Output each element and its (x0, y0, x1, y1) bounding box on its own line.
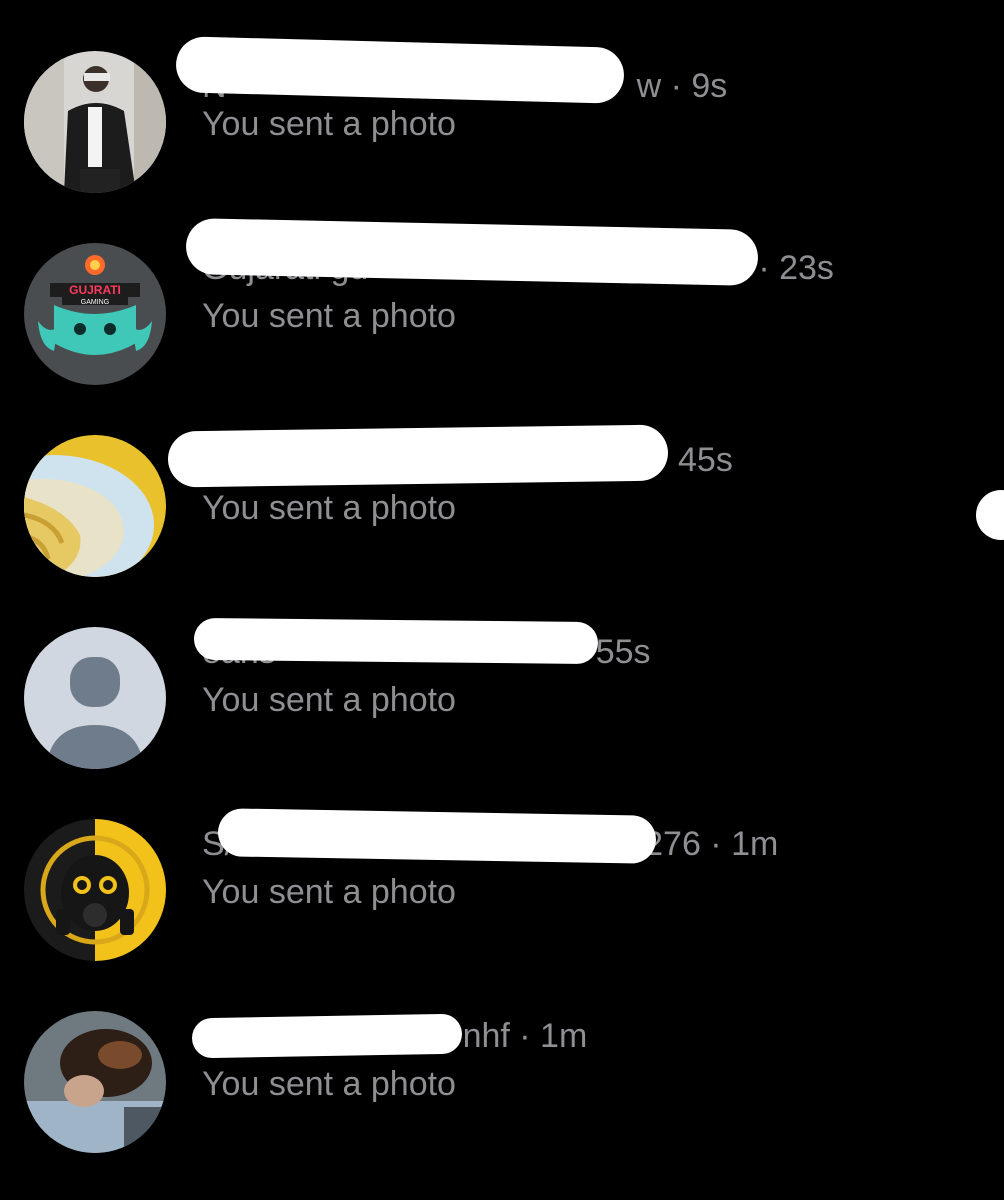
gas-mask-logo-icon (24, 819, 166, 961)
thread-timestamp: 276 · 1m (644, 825, 779, 863)
avatar[interactable]: GUJRATI GAMING (24, 243, 166, 385)
avatar[interactable] (24, 51, 166, 193)
thread-row[interactable]: Nw · 9s You sent a photo (0, 36, 1004, 200)
avatar[interactable] (24, 435, 166, 577)
avatar[interactable] (24, 819, 166, 961)
avatar[interactable] (24, 1011, 166, 1153)
thread-timestamp: nhf · 1m (462, 1017, 588, 1055)
thread-timestamp: 55s (595, 633, 651, 671)
message-preview: You sent a photo (202, 297, 456, 335)
redaction-mark (175, 36, 625, 104)
person-photo-icon (24, 1011, 166, 1153)
avatar-logo-subtext: GAMING (81, 299, 109, 306)
message-preview: You sent a photo (202, 1065, 456, 1103)
message-preview: You sent a photo (202, 489, 456, 527)
message-preview: You sent a photo (202, 873, 456, 911)
redaction-mark (193, 617, 599, 665)
avatar-logo-text: GUJRATI (69, 283, 121, 297)
gaming-logo-icon: GUJRATI GAMING (24, 243, 166, 385)
thread-row[interactable]: eans55s You sent a photo (0, 616, 1004, 776)
person-photo-icon (24, 51, 166, 193)
message-preview: You sent a photo (202, 681, 456, 719)
redaction-mark (191, 1013, 463, 1059)
thread-row[interactable]: S/276 · 1m You sent a photo (0, 808, 1004, 968)
food-photo-icon (24, 435, 166, 577)
message-preview: You sent a photo (202, 105, 456, 143)
thread-timestamp: w · 9s (636, 67, 728, 105)
thread-timestamp: · 23s (758, 249, 834, 287)
thread-row[interactable]: Hnhf · 1m You sent a photo (0, 1000, 1004, 1160)
thread-row[interactable]: GUJRATI GAMING Gujarati gu· 23s You sent… (0, 218, 1004, 392)
thread-timestamp: 45s (678, 441, 733, 479)
redaction-mark (217, 808, 657, 864)
thread-row[interactable]: 45s You sent a photo (0, 424, 1004, 584)
redaction-mark (185, 218, 759, 286)
default-profile-icon (24, 627, 166, 769)
message-thread-list: Nw · 9s You sent a photo GUJRATI GAMING (0, 0, 1004, 1200)
redaction-mark (167, 424, 669, 488)
avatar[interactable] (24, 627, 166, 769)
